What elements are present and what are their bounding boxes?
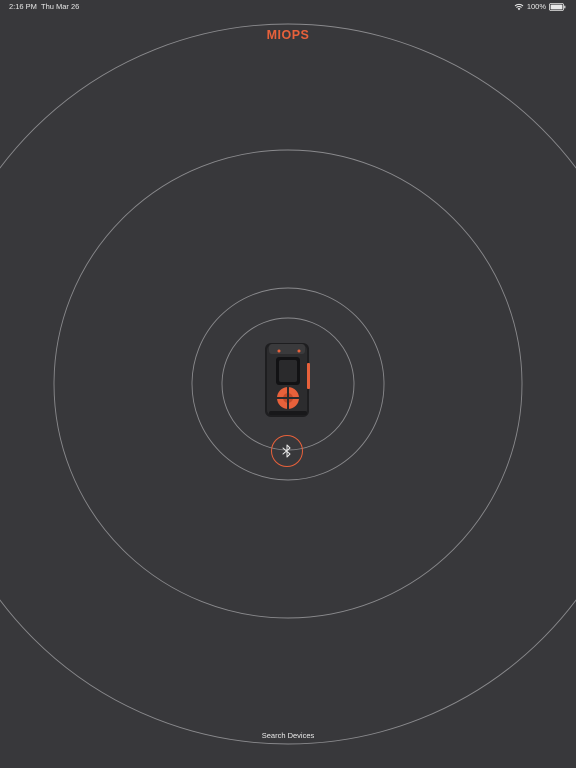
bluetooth-scan-button[interactable] [271, 435, 303, 467]
brand-logo: MIOPS [266, 28, 310, 42]
device-search-screen: 2:16 PM Thu Mar 26 100% MIOPS Search Dev… [0, 0, 576, 768]
miops-device-image [263, 341, 313, 419]
bluetooth-icon [282, 444, 291, 458]
search-devices-label[interactable]: Search Devices [0, 731, 576, 740]
